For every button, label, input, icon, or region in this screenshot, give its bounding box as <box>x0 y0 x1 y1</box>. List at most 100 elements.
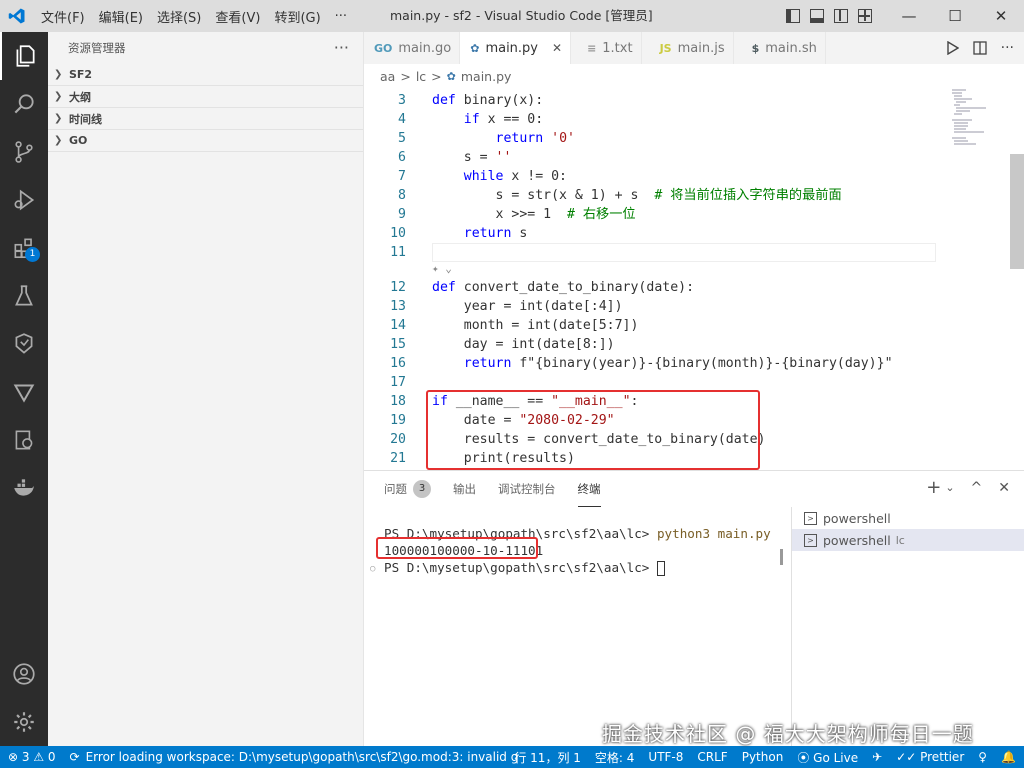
minimize-button[interactable]: — <box>886 0 932 32</box>
tab-terminal[interactable]: 终端 <box>577 471 601 507</box>
menu-view[interactable]: 查看(V) <box>208 7 267 26</box>
code-token: return <box>463 356 512 371</box>
line-number: 20 <box>390 432 406 447</box>
notifications-icon[interactable]: 🔔 <box>1001 750 1016 764</box>
menu-go[interactable]: 转到(G) <box>267 7 327 26</box>
tab-output[interactable]: 输出 <box>453 471 476 507</box>
workspace-loading-status[interactable]: Error loading workspace: D:\mysetup\gopa… <box>86 750 519 764</box>
code-editor[interactable]: ✦ ⌄ 3 def binary(x): 4 if x == 0: 5 return … <box>364 88 1024 470</box>
line-number: 4 <box>398 112 406 127</box>
code-line: 13 year = int(date[:4]) <box>364 297 1004 316</box>
layout-controls <box>786 0 872 32</box>
code-text: def binary(x): <box>432 91 543 110</box>
menu-bar: 文件(F) 编辑(E) 选择(S) 查看(V) 转到(G) ··· <box>34 7 354 26</box>
docker-icon[interactable] <box>0 464 48 512</box>
tab-label: main.sh <box>765 40 817 56</box>
run-file-icon[interactable] <box>946 41 959 55</box>
section-sf2[interactable]: ❯ SF2 <box>48 64 363 86</box>
indentation[interactable]: 空格: 4 <box>595 749 635 766</box>
account-icon[interactable]: ♀ <box>978 750 987 764</box>
maximize-button[interactable]: ☐ <box>932 0 978 32</box>
breadcrumb-separator: > <box>400 68 411 84</box>
line-number: 9 <box>398 207 406 222</box>
tab-label: main.py <box>485 40 538 56</box>
prettier-status[interactable]: ✓✓ Prettier <box>896 750 964 764</box>
tab-1-txt[interactable]: ≡ 1.txt <box>571 32 642 64</box>
maximize-panel-icon[interactable]: ^ <box>971 480 983 496</box>
tab-main-js[interactable]: JS main.js <box>642 32 734 64</box>
menu-selection[interactable]: 选择(S) <box>150 7 208 26</box>
tab-main-py[interactable]: ✿ main.py ✕ <box>460 32 572 64</box>
terminal-scrollbar[interactable] <box>780 549 783 565</box>
go-live-label: Go Live <box>813 750 859 765</box>
search-icon[interactable] <box>0 80 48 128</box>
code-token: return <box>463 226 512 241</box>
new-terminal-plus-icon[interactable]: + <box>926 477 941 498</box>
split-editor-icon[interactable] <box>972 41 987 55</box>
feedback-icon[interactable]: ✈ <box>872 750 882 764</box>
language-mode[interactable]: Python <box>742 750 784 764</box>
manage-gear-icon[interactable] <box>0 698 48 746</box>
breadcrumb-file[interactable]: main.py <box>461 69 512 84</box>
editor-scrollbar[interactable] <box>1010 154 1024 269</box>
go-live-button[interactable]: ⦿ Go Live <box>797 749 858 766</box>
problems-status[interactable]: ⊗ 3 ⚠ 0 <box>8 750 56 764</box>
tab-main-go[interactable]: GO main.go <box>364 32 461 64</box>
code-text: return f"{binary(year)}-{binary(month)}-… <box>432 354 893 373</box>
minimap[interactable] <box>950 88 1010 148</box>
testing-icon[interactable] <box>0 272 48 320</box>
tab-main-sh[interactable]: $ main.sh <box>734 32 826 64</box>
breadcrumb-lc[interactable]: lc <box>416 69 426 84</box>
encoding[interactable]: UTF-8 <box>648 750 683 764</box>
cursor-position[interactable]: 行 11，列 1 <box>514 749 581 766</box>
toggle-sidebar-icon[interactable] <box>786 9 800 23</box>
line-number: 7 <box>398 169 406 184</box>
menu-more[interactable]: ··· <box>328 9 354 24</box>
line-number: 21 <box>390 451 406 466</box>
code-token: binary(x): <box>463 93 544 108</box>
terminal-item-powershell[interactable]: > powershell <box>792 507 1024 529</box>
close-panel-icon[interactable]: ✕ <box>998 480 1010 496</box>
tab-label: 终端 <box>577 481 601 496</box>
menu-file[interactable]: 文件(F) <box>34 7 92 26</box>
line-number: 6 <box>398 150 406 165</box>
tab-problems[interactable]: 问题 3 <box>384 471 431 507</box>
explorer-icon[interactable] <box>0 32 48 80</box>
codelens-icon[interactable]: ✦ ⌄ <box>432 262 452 278</box>
tab-debug-console[interactable]: 调试控制台 <box>498 471 556 507</box>
close-tab-icon[interactable]: ✕ <box>552 41 562 55</box>
line-number: 19 <box>390 413 406 428</box>
menu-edit[interactable]: 编辑(E) <box>92 7 150 26</box>
more-actions-icon[interactable]: ··· <box>1001 40 1014 56</box>
close-button[interactable]: ✕ <box>978 0 1024 32</box>
remote-containers-icon[interactable] <box>0 416 48 464</box>
toggle-panel-icon[interactable] <box>810 9 824 23</box>
terminal-item-powershell-lc[interactable]: > powershell lc <box>792 529 1024 551</box>
line-ending[interactable]: CRLF <box>697 750 727 764</box>
run-debug-icon[interactable] <box>0 176 48 224</box>
toggle-secondary-sidebar-icon[interactable] <box>834 9 848 23</box>
chevron-down-icon[interactable]: ⌄ <box>945 481 954 494</box>
sidebar-more-button[interactable]: ··· <box>334 38 349 57</box>
bottom-panel: 问题 3 输出 调试控制台 终端 + ⌄ ^ ✕ PS D:\mysetup\go… <box>364 470 1024 747</box>
breadcrumb-aa[interactable]: aa <box>380 69 395 84</box>
section-go[interactable]: ❯ GO <box>48 130 363 152</box>
remote-explorer-icon[interactable] <box>0 320 48 368</box>
section-outline[interactable]: ❯ 大纲 <box>48 86 363 108</box>
line-number: 16 <box>390 356 406 371</box>
accounts-icon[interactable] <box>0 650 48 698</box>
customize-layout-icon[interactable] <box>858 9 872 23</box>
code-text: s = str(x & 1) + s # 将当前位插入字符串的最前面 <box>432 186 842 205</box>
gitlens-icon[interactable] <box>0 368 48 416</box>
sidebar-title: 资源管理器 <box>68 41 126 55</box>
section-timeline[interactable]: ❯ 时间线 <box>48 108 363 130</box>
terminal-output[interactable]: PS D:\mysetup\gopath\src\sf2\aa\lc> pyth… <box>364 519 792 619</box>
code-token: x != 0: <box>503 169 567 184</box>
line-number: 3 <box>398 93 406 108</box>
line-number: 11 <box>390 245 406 260</box>
extensions-icon[interactable]: 1 <box>0 224 48 272</box>
python-file-icon: ✿ <box>446 69 456 83</box>
code-line: 8 s = str(x & 1) + s # 将当前位插入字符串的最前面 <box>364 186 1004 205</box>
source-control-icon[interactable] <box>0 128 48 176</box>
